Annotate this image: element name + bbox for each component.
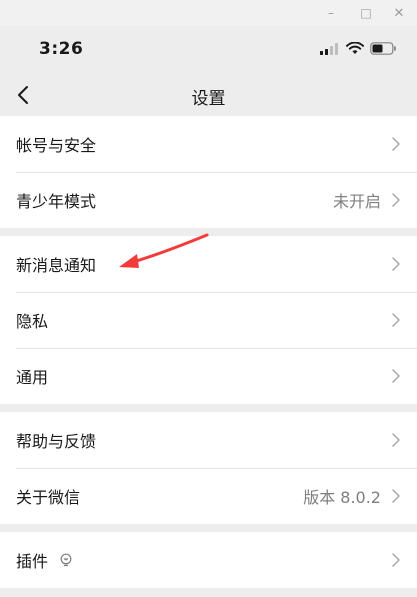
settings-item-label: 青少年模式: [16, 192, 97, 211]
settings-group-general: 新消息通知 隐私 通用: [0, 236, 417, 404]
window-titlebar: – □ ✕: [0, 0, 417, 26]
page-title: 设置: [191, 89, 226, 109]
status-bar: 3:26: [0, 26, 417, 74]
settings-group-help: 帮助与反馈 关于微信 版本 8.0.2: [0, 412, 417, 524]
settings-item-value: 版本 8.0.2: [303, 488, 381, 507]
chevron-right-icon: [392, 553, 400, 567]
settings-group-account: 帐号与安全 青少年模式 未开启: [0, 116, 417, 228]
settings-item-plugins[interactable]: 插件: [0, 532, 417, 588]
settings-item-account-security[interactable]: 帐号与安全: [0, 116, 417, 172]
settings-item-label: 帐号与安全: [16, 136, 97, 155]
settings-item-value: 未开启: [332, 192, 381, 211]
minimize-button[interactable]: –: [322, 4, 340, 22]
settings-item-about[interactable]: 关于微信 版本 8.0.2: [0, 468, 417, 524]
close-button[interactable]: ✕: [390, 4, 408, 22]
settings-item-privacy[interactable]: 隐私: [0, 292, 417, 348]
chevron-right-icon: [392, 193, 400, 207]
chevron-right-icon: [392, 433, 400, 447]
signal-icon: [320, 42, 338, 55]
nav-bar: 设置: [0, 74, 417, 116]
chevron-right-icon: [392, 137, 400, 151]
settings-item-label: 隐私: [16, 312, 49, 331]
chevron-right-icon: [392, 369, 400, 383]
maximize-button[interactable]: □: [357, 4, 375, 22]
status-icons: [320, 42, 397, 55]
settings-item-general[interactable]: 通用: [0, 348, 417, 404]
battery-icon: [370, 42, 396, 55]
settings-item-label: 帮助与反馈: [16, 432, 97, 451]
settings-item-label: 关于微信: [16, 488, 81, 507]
settings-item-label: 通用: [16, 368, 49, 387]
settings-item-help-feedback[interactable]: 帮助与反馈: [0, 412, 417, 468]
chevron-right-icon: [392, 257, 400, 271]
wifi-icon: [346, 42, 364, 54]
settings-group-plugins: 插件: [0, 532, 417, 588]
status-time: 3:26: [39, 39, 84, 59]
lightbulb-icon: [60, 553, 72, 567]
chevron-right-icon: [392, 313, 400, 327]
chevron-right-icon: [392, 489, 400, 503]
settings-item-notifications[interactable]: 新消息通知: [0, 236, 417, 292]
settings-item-label: 新消息通知: [16, 256, 97, 275]
settings-item-youth-mode[interactable]: 青少年模式 未开启: [0, 172, 417, 228]
settings-item-label: 插件: [16, 552, 49, 571]
